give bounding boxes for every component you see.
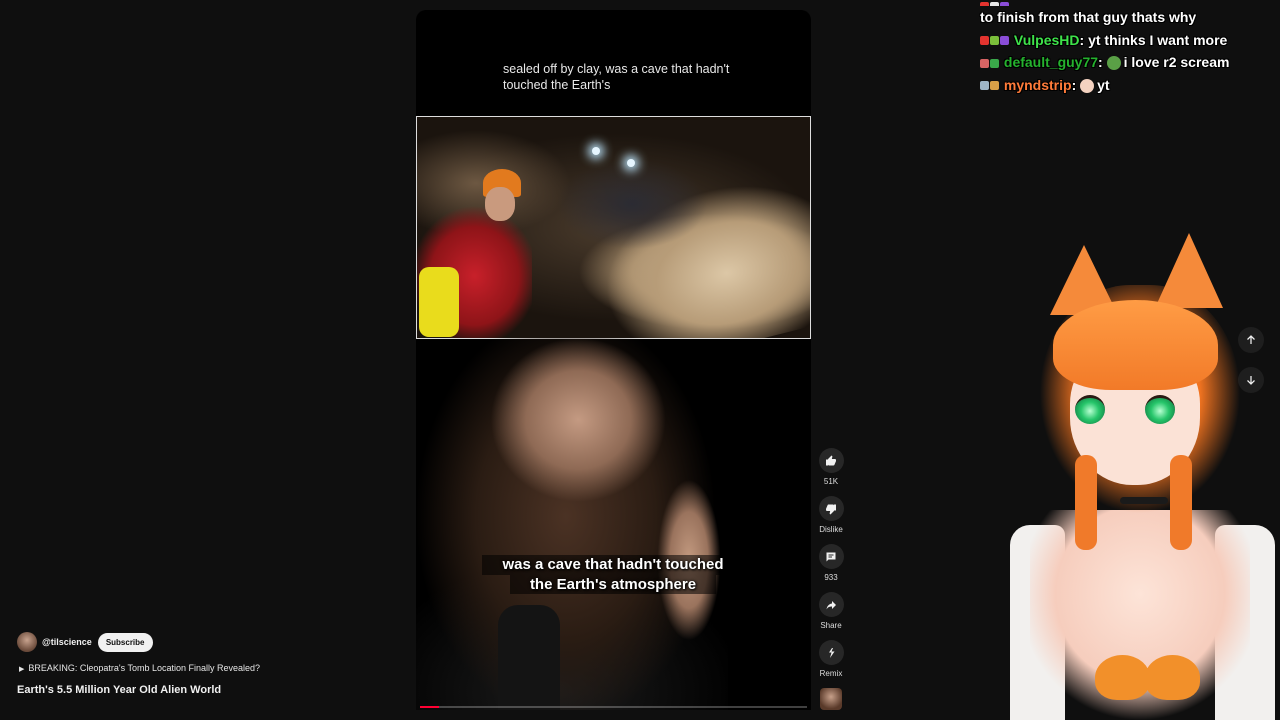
avatar-eye-left [1075, 395, 1105, 424]
audio-source-thumbnail[interactable] [820, 688, 842, 710]
remix-action[interactable]: Remix [812, 640, 850, 678]
avatar-eye-right [1145, 395, 1175, 424]
explorer-face [485, 187, 515, 221]
channel-row: @tilscience Subscribe [17, 632, 153, 652]
choker [1120, 497, 1168, 504]
progress-bar[interactable] [420, 706, 807, 708]
progress-fill [420, 706, 440, 708]
like-count: 51K [823, 477, 839, 486]
share-icon[interactable] [818, 592, 844, 617]
chat-colon: : [1079, 31, 1089, 48]
microphone [498, 605, 560, 710]
shorts-player[interactable]: sealed off by clay, was a cave that hadn… [416, 10, 811, 710]
chat-message: VulpesHD: yt thinks I want more [980, 29, 1280, 52]
comment-icon[interactable] [818, 544, 844, 569]
badge-icon [980, 58, 989, 68]
subscribe-button[interactable]: Subscribe [97, 632, 153, 652]
video-title: Earth's 5.5 Million Year Old Alien World [17, 684, 222, 696]
share-label: Share [820, 621, 842, 630]
comment-count: 933 [824, 573, 838, 582]
related-video-title: BREAKING: Cleopatra's Tomb Location Fina… [28, 663, 261, 673]
channel-avatar[interactable] [17, 632, 37, 652]
stream-chat: to finish from that guy thats why Vulpes… [980, 0, 1280, 96]
badge-icon [990, 58, 999, 68]
channel-handle[interactable]: @tilscience [42, 637, 92, 647]
headlamp [627, 159, 635, 167]
chat-message: myndstrip: yt [980, 74, 1280, 97]
thumbs-up-icon[interactable] [818, 448, 844, 473]
avatar-bangs [1053, 300, 1218, 390]
remix-icon[interactable] [818, 640, 844, 665]
thumbs-down-icon[interactable] [818, 496, 844, 521]
emote-badge-icon [990, 36, 999, 46]
yellow-tank [419, 267, 459, 337]
badge-icon [990, 81, 999, 91]
chat-text: i love r2 scream [1123, 54, 1230, 70]
top-caption: sealed off by clay, was a cave that hadn… [503, 62, 730, 92]
dislike-action[interactable]: Dislike [812, 496, 850, 534]
share-action[interactable]: Share [812, 592, 850, 630]
like-action[interactable]: 51K [812, 448, 850, 486]
chat-colon: : [1071, 76, 1081, 93]
chat-message: default_guy77: i love r2 scream [980, 51, 1280, 74]
cave-explorers-group [557, 159, 707, 249]
chat-username: default_guy77 [1003, 54, 1099, 70]
chat-colon: : [1098, 54, 1107, 70]
chat-username: VulpesHD [1013, 31, 1080, 48]
vtuber-avatar [1005, 225, 1280, 720]
badge-icon [980, 81, 989, 91]
youtube-badge-icon [980, 36, 989, 46]
remix-label: Remix [819, 669, 843, 678]
action-column: 51K Dislike 933 Share Remix [812, 448, 850, 710]
related-video-link[interactable]: ▶ BREAKING: Cleopatra's Tomb Location Fin… [19, 663, 260, 673]
bikini-right [1145, 655, 1200, 700]
caption-line-1: was a cave that hadn't touched [482, 555, 744, 575]
sub-badge-icon [1000, 36, 1009, 46]
comments-action[interactable]: 933 [812, 544, 850, 582]
dislike-label: Dislike [819, 525, 843, 534]
caption-line-2: the Earth's atmosphere [510, 574, 716, 594]
braid-left [1075, 455, 1097, 550]
chat-text: to finish from that guy thats why [980, 9, 1197, 25]
play-triangle-icon: ▶ [19, 666, 25, 673]
chat-text: yt thinks I want more [1088, 31, 1228, 48]
braid-right [1170, 455, 1192, 550]
cave-video-frame [416, 116, 811, 339]
burned-in-caption: was a cave that hadn't touched the Earth… [482, 555, 744, 594]
face-emote-icon [1080, 78, 1095, 93]
headlamp [592, 147, 600, 155]
fox-ear-right [1155, 233, 1223, 308]
pepe-emote-icon [1106, 56, 1121, 71]
chat-username: myndstrip [1003, 76, 1072, 93]
chat-text: yt [1097, 76, 1110, 93]
bikini-left [1095, 655, 1150, 700]
chat-message: to finish from that guy thats why [980, 6, 1280, 29]
